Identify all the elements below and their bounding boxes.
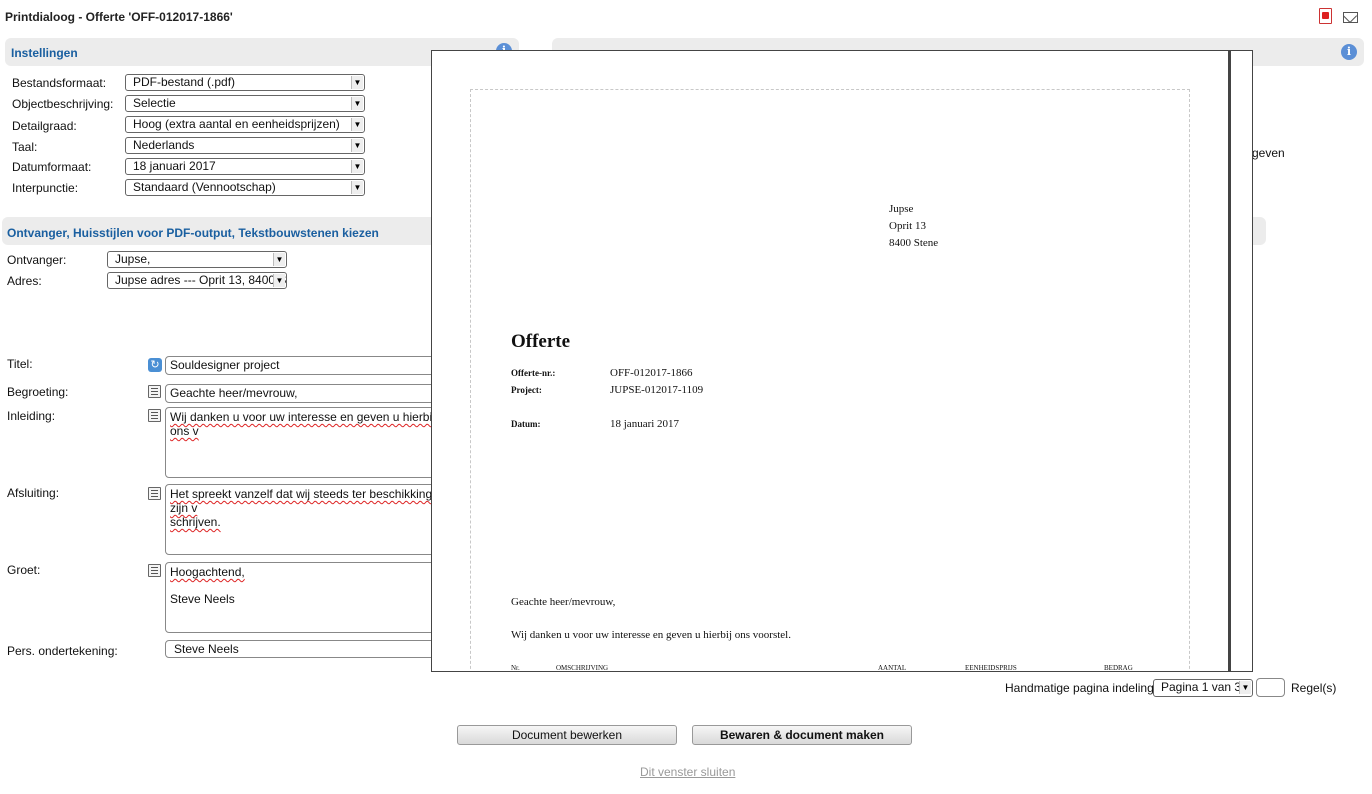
select-value: 18 januari 2017 [133,159,216,173]
field-label: Interpunctie: [12,181,79,195]
punctuation-select[interactable]: Standaard (Vennootschap) ▼ [125,179,365,196]
document-preview[interactable]: Jupse Oprit 13 8400 Stene Offerte Offert… [431,50,1253,672]
address-line: Jupse [889,203,914,215]
select-value: Pagina 1 van 3[ [1161,680,1245,694]
document-intro: Wij danken u voor uw interesse en geven … [511,629,791,641]
regards-text-line: Steve Neels [170,592,440,606]
date-value: 18 januari 2017 [610,418,680,430]
language-select[interactable]: Nederlands ▼ [125,137,365,154]
date-format-select[interactable]: 18 januari 2017 ▼ [125,158,365,175]
partial-option-text: geven [1252,146,1285,160]
document-heading: Offerte [511,331,571,352]
edit-document-button[interactable]: Document bewerken [457,725,677,745]
page-select[interactable]: Pagina 1 van 3[ ▼ [1153,679,1253,697]
text-block-icon[interactable] [148,409,161,422]
offerte-nr-label: Offerte-nr.: [511,368,556,378]
title-label: Titel: [7,357,33,371]
close-window-link[interactable]: Dit venster sluiten [640,765,735,779]
signature-input[interactable]: Steve Neels [165,640,445,658]
column-header-unit-price: EENHEIDSPRIJS [965,664,1017,672]
select-value: Jupse adres --- Oprit 13, 8400 St [115,273,287,287]
document-greeting: Geachte heer/mevrouw, [511,596,616,608]
page-margin-border [470,89,1190,671]
select-value: Hoog (extra aantal en eenheidsprijzen) [133,117,340,131]
address-line: 8400 Stene [889,237,939,249]
recipient-select[interactable]: Jupse, ▼ [107,251,287,268]
chevron-down-icon: ▼ [273,253,285,266]
object-description-select[interactable]: Selectie ▼ [125,95,365,112]
refresh-icon[interactable]: ↻ [148,358,162,372]
chevron-down-icon: ▼ [351,160,363,173]
lines-input[interactable] [1256,678,1285,697]
closing-text-line: schrijven. [170,515,221,529]
chevron-down-icon: ▼ [351,97,363,110]
chevron-down-icon: ▼ [351,181,363,194]
select-value: Nederlands [133,138,195,152]
chevron-down-icon: ▼ [351,118,363,131]
select-value: Jupse, [115,252,151,266]
preview-scrollbar[interactable] [1228,50,1231,672]
window-title: Printdialoog - Offerte 'OFF-012017-1866' [5,10,233,24]
pagination-label: Handmatige pagina indeling: [1005,681,1158,695]
text-block-icon[interactable] [148,487,161,500]
field-label: Datumformaat: [12,160,92,174]
column-header-nr: Nr. [511,664,520,672]
field-label: Objectbeschrijving: [12,97,114,111]
chevron-down-icon: ▼ [1239,681,1251,694]
info-icon[interactable]: i [1341,44,1357,60]
regards-text-line: Hoogachtend, [170,565,245,579]
file-format-select[interactable]: PDF-bestand (.pdf) ▼ [125,74,365,91]
column-header-quantity: AANTAL [878,664,907,672]
intro-text: Wij danken u voor uw interesse en geven … [170,410,435,438]
select-value: Selectie [133,96,176,110]
regards-textarea[interactable]: Hoogachtend, Steve Neels [165,562,445,633]
closing-textarea[interactable]: Het spreekt vanzelf dat wij steeds ter b… [165,484,445,555]
greeting-input[interactable]: Geachte heer/mevrouw, [165,384,445,403]
lines-label: Regel(s) [1291,681,1337,695]
closing-text-line: Het spreekt vanzelf dat wij steeds ter b… [170,487,433,515]
signature-label: Pers. ondertekening: [7,644,118,658]
recipient-label: Ontvanger: [7,253,67,267]
greeting-label: Begroeting: [7,385,69,399]
closing-label: Afsluiting: [7,486,60,500]
address-select[interactable]: Jupse adres --- Oprit 13, 8400 St ▼ [107,272,287,289]
column-header-description: OMSCHRIJVING [556,664,609,672]
recipient-address: Jupse Oprit 13 8400 Stene [889,201,938,252]
project-label: Project: [511,385,542,395]
address-line: Oprit 13 [889,220,926,232]
field-label: Taal: [12,140,38,154]
greeting-text: Geachte heer/mevrouw, [170,386,298,400]
mail-icon[interactable] [1343,12,1358,23]
recipient-title: Ontvanger, Huisstijlen voor PDF-output, … [7,226,379,240]
text-block-icon[interactable] [148,385,161,398]
chevron-down-icon: ▼ [273,274,285,287]
intro-textarea[interactable]: Wij danken u voor uw interesse en geven … [165,407,445,478]
chevron-down-icon: ▼ [351,76,363,89]
field-label: Bestandsformaat: [12,76,107,90]
project-value: JUPSE-012017-1109 [610,384,704,396]
chevron-down-icon: ▼ [351,139,363,152]
date-label: Datum: [511,419,541,429]
settings-title: Instellingen [11,46,78,60]
address-label: Adres: [7,274,42,288]
title-input[interactable]: Souldesigner project [165,356,445,375]
intro-label: Inleiding: [7,409,56,423]
select-value: Standaard (Vennootschap) [133,180,276,194]
text-block-icon[interactable] [148,564,161,577]
offerte-nr-value: OFF-012017-1866 [610,367,693,379]
field-label: Detailgraad: [12,119,77,133]
column-header-amount: BEDRAG [1104,664,1133,672]
select-value: PDF-bestand (.pdf) [133,75,236,89]
detail-level-select[interactable]: Hoog (extra aantal en eenheidsprijzen) ▼ [125,116,365,133]
pdf-icon[interactable] [1319,8,1332,24]
regards-name: Steve Neels [170,592,235,606]
save-document-button[interactable]: Bewaren & document maken [692,725,912,745]
regards-label: Groet: [7,563,41,577]
